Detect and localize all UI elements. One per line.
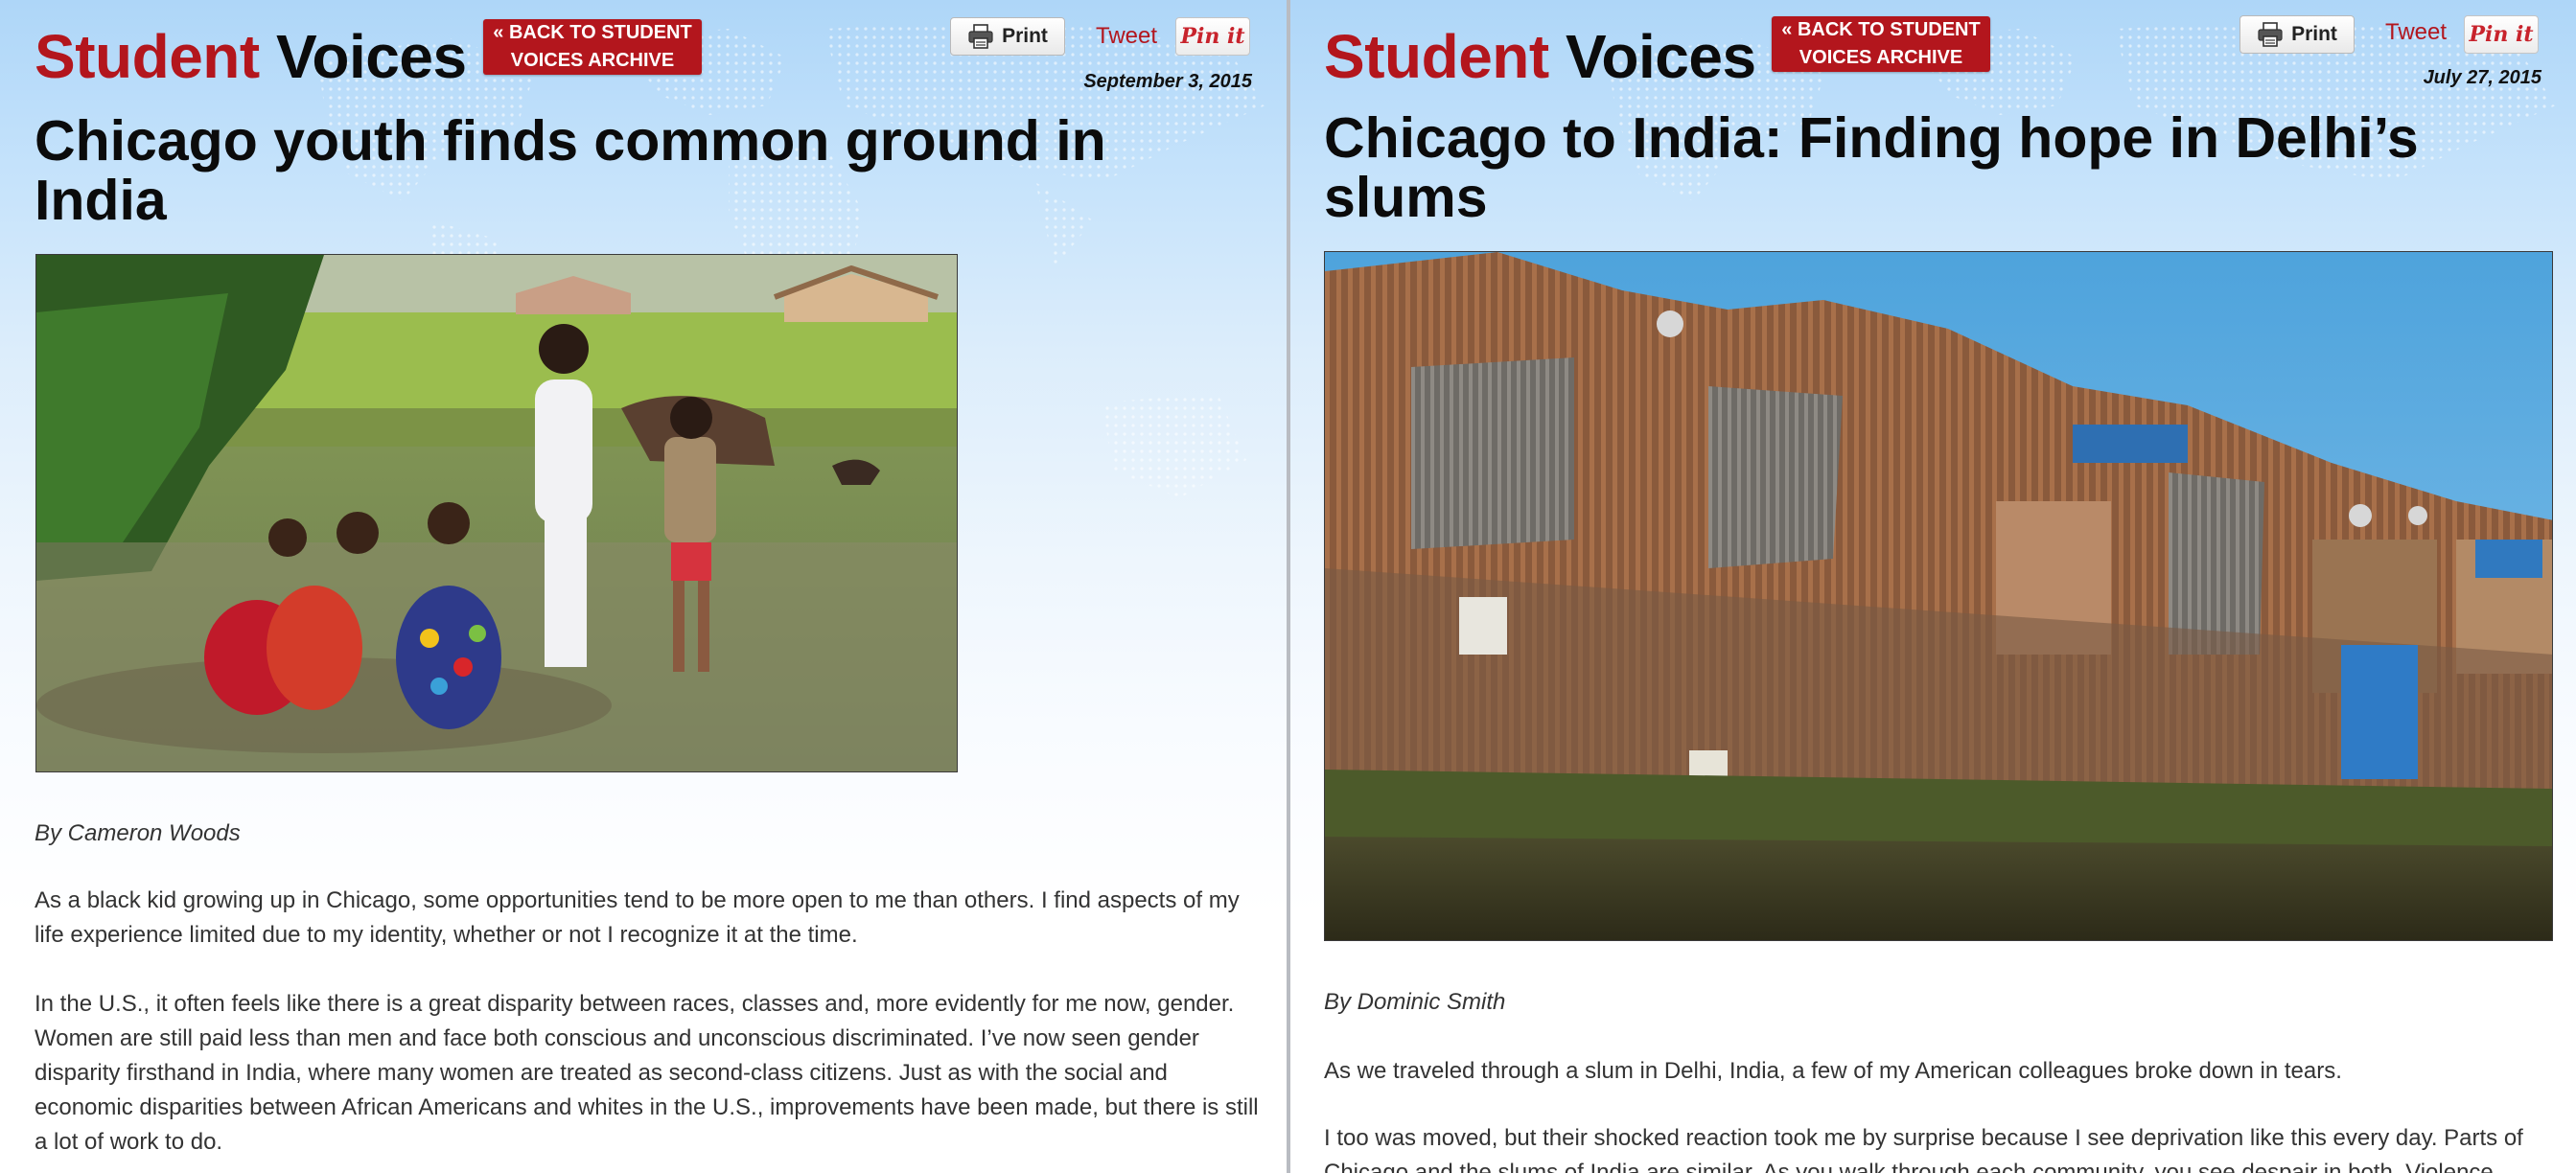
article-photo [1324, 251, 2553, 941]
article-paragraph-1: As we traveled through a slum in Delhi, … [1324, 1058, 2342, 1084]
printer-icon [2258, 22, 2283, 47]
article-paragraph-2: I too was moved, but their shocked react… [1324, 1125, 2523, 1173]
article-date: July 27, 2015 [2423, 67, 2541, 88]
pinterest-icon: Pin it [2469, 22, 2534, 47]
brand-word-voices: Voices [275, 22, 467, 91]
tweet-link[interactable]: Tweet [1096, 23, 1157, 50]
print-label: Print [2291, 23, 2337, 45]
pin-it-button[interactable]: Pin it [2464, 15, 2539, 54]
photo-delhi-slum [1325, 252, 2552, 940]
article-paragraph-2: In the U.S., it often feels like there i… [35, 991, 1259, 1155]
print-button[interactable]: Print [2239, 15, 2355, 54]
article-panel-right: Student Voices « BACK TO STUDENT VOICES … [1290, 0, 2576, 1173]
article-panel-left: Student Voices « BACK TO STUDENT VOICES … [0, 0, 1287, 1173]
back-to-archive-button[interactable]: « BACK TO STUDENT VOICES ARCHIVE [1772, 16, 1990, 72]
article-title: Chicago to India: Finding hope in Delhi’… [1324, 106, 2419, 229]
brand-word-student: Student [1324, 22, 1549, 91]
brand-word-student: Student [35, 22, 260, 91]
screen: Student Voices « BACK TO STUDENT VOICES … [0, 0, 2576, 1173]
article-photo [35, 254, 958, 772]
site-brand[interactable]: Student Voices [35, 21, 467, 92]
pinterest-icon: Pin it [1180, 24, 1245, 49]
site-brand[interactable]: Student Voices [1324, 21, 1756, 92]
print-label: Print [1002, 25, 1048, 47]
article-date: September 3, 2015 [1083, 71, 1252, 92]
pin-it-button[interactable]: Pin it [1175, 17, 1250, 56]
brand-word-voices: Voices [1565, 22, 1756, 91]
tweet-link[interactable]: Tweet [2385, 19, 2447, 46]
printer-icon [968, 24, 993, 49]
article-byline: By Dominic Smith [1324, 989, 1506, 1015]
print-button[interactable]: Print [950, 17, 1065, 56]
article-title: Chicago youth finds common ground in Ind… [35, 109, 1106, 232]
article-byline: By Cameron Woods [35, 820, 241, 846]
back-to-archive-button[interactable]: « BACK TO STUDENT VOICES ARCHIVE [483, 19, 702, 75]
photo-village-children [36, 255, 957, 771]
article-paragraph-1: As a black kid growing up in Chicago, so… [35, 887, 1240, 948]
